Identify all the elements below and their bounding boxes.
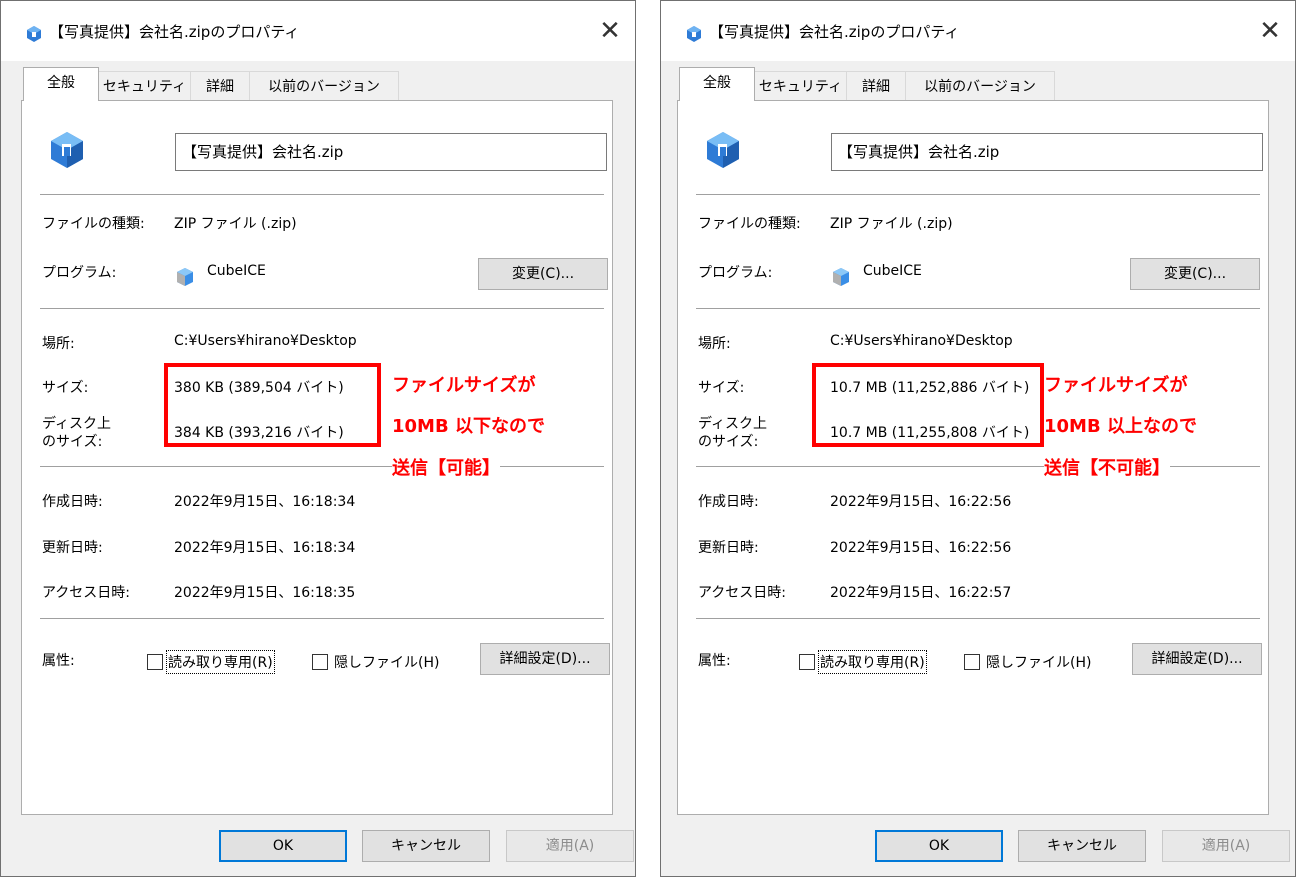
close-button[interactable]: ✕ (585, 11, 635, 51)
ok-button[interactable]: OK (219, 830, 347, 862)
disk-size-label-line1: ディスク上 (698, 416, 768, 432)
annotation-line1: ファイルサイズが (392, 375, 536, 396)
disk-size-label: ディスク上 のサイズ: (698, 415, 767, 451)
separator (40, 308, 604, 309)
cubeice-program-icon (833, 268, 849, 286)
advanced-button[interactable]: 詳細設定(D)... (1132, 643, 1262, 675)
created-label: 作成日時: (42, 494, 103, 510)
close-icon: ✕ (1259, 16, 1281, 46)
advanced-button[interactable]: 詳細設定(D)... (480, 643, 610, 675)
modified-label: 更新日時: (698, 540, 759, 556)
program-label: プログラム: (698, 265, 773, 281)
zip-file-icon (51, 132, 83, 168)
change-program-button[interactable]: 変更(C)... (478, 258, 608, 290)
created-value: 2022年9月15日、16:22:56 (830, 494, 1012, 510)
apply-button[interactable]: 適用(A) (1162, 830, 1290, 862)
program-name: CubeICE (863, 263, 922, 279)
program-name: CubeICE (207, 263, 266, 279)
disk-size-label-line2: のサイズ: (698, 434, 759, 450)
hidden-label[interactable]: 隠しファイル(H) (334, 652, 439, 672)
size-label: サイズ: (42, 380, 89, 396)
general-panel: 【写真提供】会社名.zip ファイルの種類: ZIP ファイル (.zip) プ… (21, 100, 613, 815)
accessed-value: 2022年9月15日、16:18:35 (174, 585, 356, 601)
disk-size-label-line2: のサイズ: (42, 434, 103, 450)
separator (40, 466, 604, 467)
separator (696, 618, 1260, 619)
window-title: 【写真提供】会社名.zipのプロパティ (709, 23, 960, 41)
zip-file-icon (707, 132, 739, 168)
window-title: 【写真提供】会社名.zipのプロパティ (49, 23, 300, 41)
created-value: 2022年9月15日、16:18:34 (174, 494, 356, 510)
highlight-box (164, 363, 381, 447)
ok-button[interactable]: OK (875, 830, 1003, 862)
modified-value: 2022年9月15日、16:22:56 (830, 540, 1012, 556)
disk-size-label: ディスク上 のサイズ: (42, 415, 111, 451)
tab-previous-versions[interactable]: 以前のバージョン (905, 71, 1055, 101)
annotation-line3: 送信【可能】 (392, 454, 500, 480)
attributes-label: 属性: (42, 653, 75, 669)
annotation-line3: 送信【不可能】 (1044, 454, 1170, 480)
location-label: 場所: (42, 336, 75, 352)
file-type-value: ZIP ファイル (.zip) (174, 216, 297, 232)
annotation-line2: 10MB 以下なので (392, 416, 545, 437)
cubeice-program-icon (177, 268, 193, 286)
title-bar: 【写真提供】会社名.zipのプロパティ ✕ (661, 1, 1295, 61)
tab-general[interactable]: 全般 (679, 67, 755, 101)
modified-label: 更新日時: (42, 540, 103, 556)
modified-value: 2022年9月15日、16:18:34 (174, 540, 356, 556)
cancel-button[interactable]: キャンセル (362, 830, 490, 862)
location-value: C:¥Users¥hirano¥Desktop (174, 333, 357, 349)
readonly-label[interactable]: 読み取り専用(R) (166, 650, 275, 674)
hidden-label[interactable]: 隠しファイル(H) (986, 652, 1091, 672)
tab-security[interactable]: セキュリティ (754, 71, 847, 101)
file-name-field[interactable]: 【写真提供】会社名.zip (175, 133, 607, 171)
close-icon: ✕ (599, 16, 621, 46)
annotation-line2: 10MB 以上なので (1044, 416, 1197, 437)
separator (696, 308, 1260, 309)
close-button[interactable]: ✕ (1245, 11, 1295, 51)
file-type-label: ファイルの種類: (698, 216, 801, 232)
program-label: プログラム: (42, 265, 117, 281)
accessed-label: アクセス日時: (698, 585, 787, 601)
tab-previous-versions[interactable]: 以前のバージョン (249, 71, 399, 101)
separator (40, 618, 604, 619)
change-program-button[interactable]: 変更(C)... (1130, 258, 1260, 290)
separator (696, 194, 1260, 195)
tab-details[interactable]: 詳細 (190, 71, 250, 101)
readonly-label[interactable]: 読み取り専用(R) (818, 650, 927, 674)
separator (696, 466, 1260, 467)
location-label: 場所: (698, 336, 731, 352)
general-panel: 【写真提供】会社名.zip ファイルの種類: ZIP ファイル (.zip) プ… (677, 100, 1269, 815)
file-type-value: ZIP ファイル (.zip) (830, 216, 953, 232)
file-type-label: ファイルの種類: (42, 216, 145, 232)
file-name-field[interactable]: 【写真提供】会社名.zip (831, 133, 1263, 171)
location-value: C:¥Users¥hirano¥Desktop (830, 333, 1013, 349)
accessed-label: アクセス日時: (42, 585, 131, 601)
highlight-box (812, 363, 1044, 447)
title-bar: 【写真提供】会社名.zipのプロパティ ✕ (1, 1, 635, 61)
tab-general[interactable]: 全般 (23, 67, 99, 101)
created-label: 作成日時: (698, 494, 759, 510)
annotation-line1: ファイルサイズが (1044, 375, 1188, 396)
readonly-checkbox[interactable] (799, 654, 815, 670)
cubeice-app-icon (687, 26, 701, 42)
tab-security[interactable]: セキュリティ (98, 71, 191, 101)
accessed-value: 2022年9月15日、16:22:57 (830, 585, 1012, 601)
properties-dialog-right: 【写真提供】会社名.zipのプロパティ ✕ 全般 セキュリティ 詳細 以前のバー… (660, 0, 1296, 877)
hidden-checkbox[interactable] (964, 654, 980, 670)
readonly-checkbox[interactable] (147, 654, 163, 670)
disk-size-label-line1: ディスク上 (42, 416, 112, 432)
separator (40, 194, 604, 195)
attributes-label: 属性: (698, 653, 731, 669)
tab-details[interactable]: 詳細 (846, 71, 906, 101)
apply-button[interactable]: 適用(A) (506, 830, 634, 862)
hidden-checkbox[interactable] (312, 654, 328, 670)
cubeice-app-icon (27, 26, 41, 42)
cancel-button[interactable]: キャンセル (1018, 830, 1146, 862)
size-label: サイズ: (698, 380, 745, 396)
properties-dialog-left: 【写真提供】会社名.zipのプロパティ ✕ 全般 セキュリティ 詳細 以前のバー… (0, 0, 636, 877)
